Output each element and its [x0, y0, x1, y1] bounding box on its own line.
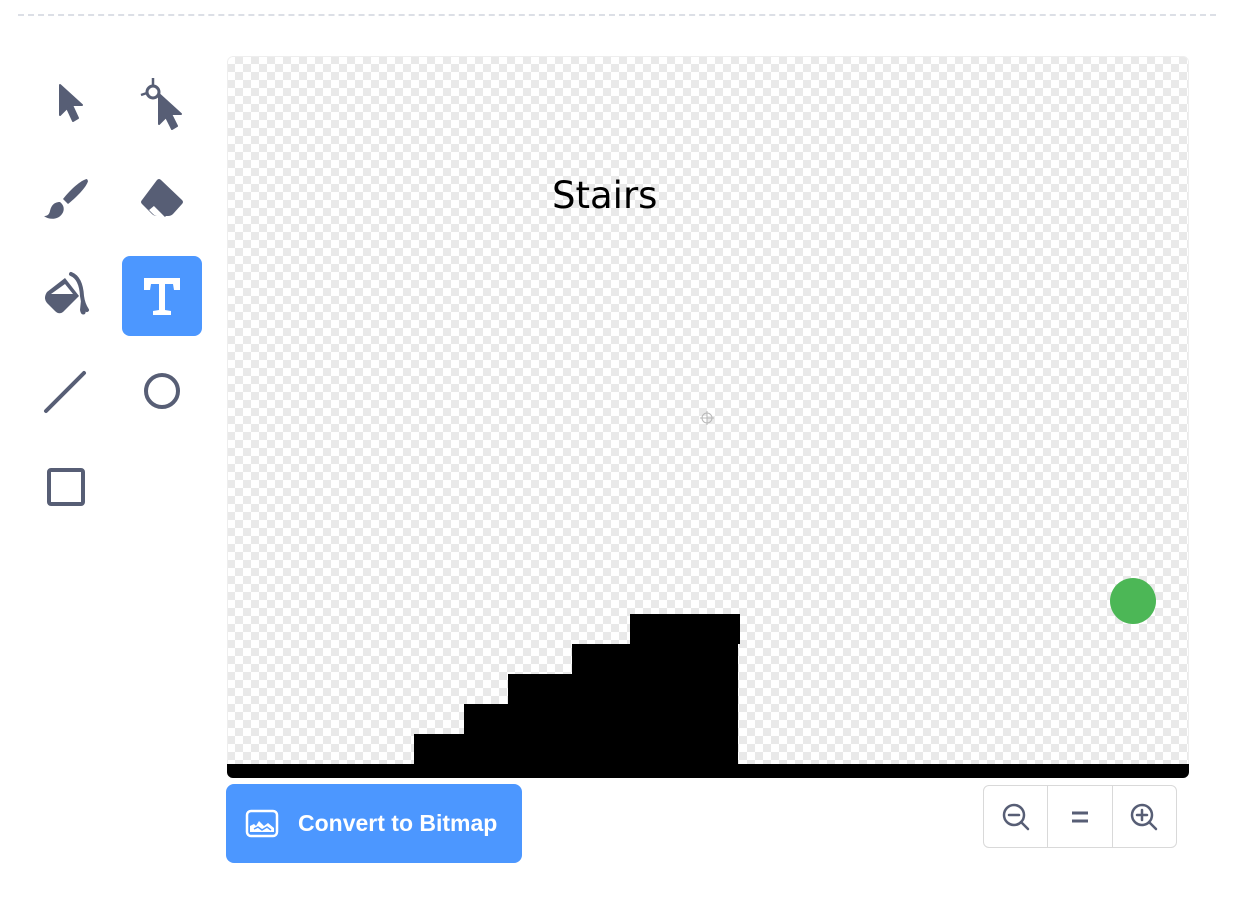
- stair-step: [508, 674, 574, 766]
- zoom-in-button[interactable]: [1111, 786, 1176, 847]
- reshape-icon: [140, 78, 182, 130]
- eraser-tool[interactable]: [122, 159, 202, 239]
- line-tool[interactable]: [26, 351, 106, 431]
- brush-icon: [44, 179, 88, 219]
- convert-to-bitmap-button[interactable]: Convert to Bitmap: [226, 784, 522, 863]
- circle-tool[interactable]: [122, 351, 202, 431]
- eraser-icon: [141, 179, 183, 218]
- convert-to-bitmap-label: Convert to Bitmap: [298, 810, 498, 836]
- zoom-out-button[interactable]: [984, 786, 1047, 847]
- stair-step: [572, 644, 632, 766]
- bitmap-image-icon: [245, 809, 279, 838]
- zoom-in-icon: [1131, 803, 1158, 830]
- reshape-tool[interactable]: [122, 63, 202, 143]
- stair-step: [464, 704, 510, 766]
- fill-tool[interactable]: [26, 255, 106, 335]
- fill-bucket-icon: [45, 272, 89, 315]
- rectangle-tool[interactable]: [26, 447, 106, 527]
- zoom-out-icon: [1002, 803, 1029, 830]
- green-ball-shape[interactable]: [1110, 578, 1156, 624]
- drawing-canvas[interactable]: Stairs: [227, 56, 1189, 778]
- rectangle-icon: [47, 468, 85, 506]
- circle-icon: [144, 373, 180, 409]
- equals-icon: [1071, 811, 1088, 822]
- top-divider: [18, 14, 1216, 16]
- line-icon: [44, 371, 86, 413]
- stair-top-ledge: [630, 614, 740, 644]
- stair-step: [414, 734, 465, 766]
- paint-editor: Stairs Convert to Bitmap: [0, 0, 1236, 904]
- stairs-text-object[interactable]: Stairs: [552, 174, 657, 217]
- canvas-center-crosshair-icon: [700, 411, 714, 425]
- zoom-controls: [983, 785, 1177, 848]
- brush-tool[interactable]: [26, 159, 106, 239]
- text-t-icon: [144, 278, 180, 315]
- ground-line-shape[interactable]: [227, 764, 1189, 778]
- reset-zoom-button[interactable]: [1047, 786, 1111, 847]
- select-arrow-icon: [59, 84, 83, 122]
- select-tool[interactable]: [26, 63, 106, 143]
- text-tool[interactable]: [122, 256, 202, 336]
